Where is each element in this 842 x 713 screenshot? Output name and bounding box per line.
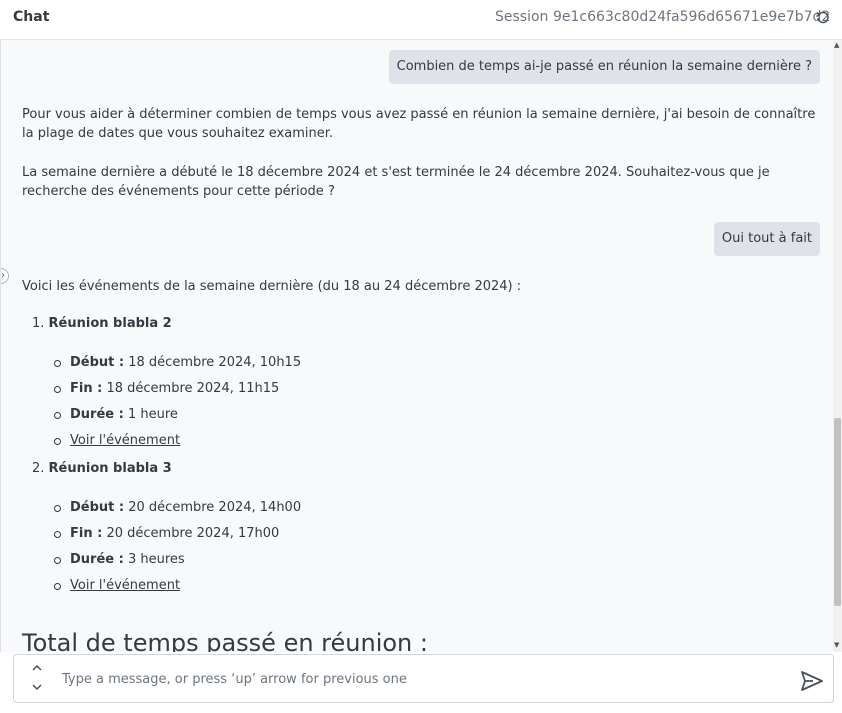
event-link-item: Voir l'événement [54,578,180,593]
event-end: Fin : 18 décembre 2024, 11h15 [54,381,280,396]
assistant-paragraph: La semaine dernière a débuté le 18 décem… [22,165,770,199]
chat-messages[interactable]: › Combien de temps ai-je passé en réunio… [0,40,833,652]
assistant-paragraph: Pour vous aider à déterminer combien de … [22,107,816,141]
send-icon[interactable] [800,670,824,692]
bullet-icon [54,531,61,538]
chevron-right-icon[interactable]: › [1,268,9,284]
event-name: Réunion blabla 2 [48,316,172,331]
duration-label: Durée : [70,552,124,567]
chat-title: Chat [13,9,50,25]
event-start: Début : 20 décembre 2024, 14h00 [54,500,302,515]
event-end: Fin : 20 décembre 2024, 17h00 [54,526,280,541]
bullet-icon [54,438,61,445]
chevron-down-icon[interactable] [31,682,43,692]
event-duration: Durée : 1 heure [54,407,178,422]
session-id: 9e1c663c80d24fa596d65671e9e7b7d2 [553,9,831,25]
bullet-icon [54,386,61,393]
bullet-icon [54,505,61,512]
message-composer [13,654,834,703]
chat-header: Chat Session 9e1c663c80d24fa596d65671e9e… [0,0,842,40]
chevron-up-icon[interactable] [31,663,43,673]
message-input[interactable] [62,668,762,690]
start-value: 18 décembre 2024, 10h15 [128,355,302,370]
end-label: Fin : [70,526,103,541]
event-title: 1. Réunion blabla 2 [32,316,172,331]
end-value: 20 décembre 2024, 17h00 [106,526,280,541]
duration-value: 1 heure [127,407,178,422]
event-number: 2. [32,461,45,476]
user-message: Combien de temps ai-je passé en réunion … [388,50,820,84]
refresh-icon[interactable] [815,10,831,26]
bullet-icon [54,583,61,590]
end-value: 18 décembre 2024, 11h15 [106,381,280,396]
event-start: Début : 18 décembre 2024, 10h15 [54,355,302,370]
duration-value: 3 heures [127,552,185,567]
start-label: Début : [70,500,125,515]
user-message: Oui tout à fait [713,222,820,256]
scrollbar[interactable]: ▲ ▼ [833,40,842,652]
view-event-link[interactable]: Voir l'événement [70,433,180,448]
start-label: Début : [70,355,125,370]
event-link-item: Voir l'événement [54,433,180,448]
scroll-up-icon[interactable]: ▲ [834,41,839,49]
duration-label: Durée : [70,407,124,422]
bullet-icon [54,412,61,419]
bullet-icon [54,557,61,564]
session-label: Session [495,9,549,25]
event-number: 1. [32,316,45,331]
scroll-down-icon[interactable]: ▼ [834,641,839,649]
event-name: Réunion blabla 3 [48,461,172,476]
bullet-icon [54,360,61,367]
view-event-link[interactable]: Voir l'événement [70,578,180,593]
event-duration: Durée : 3 heures [54,552,185,567]
scrollbar-thumb[interactable] [834,418,841,606]
total-heading: Total de temps passé en réunion : [22,629,428,652]
event-title: 2. Réunion blabla 3 [32,461,172,476]
end-label: Fin : [70,381,103,396]
start-value: 20 décembre 2024, 14h00 [128,500,302,515]
assistant-paragraph: Voici les événements de la semaine derni… [22,279,522,294]
